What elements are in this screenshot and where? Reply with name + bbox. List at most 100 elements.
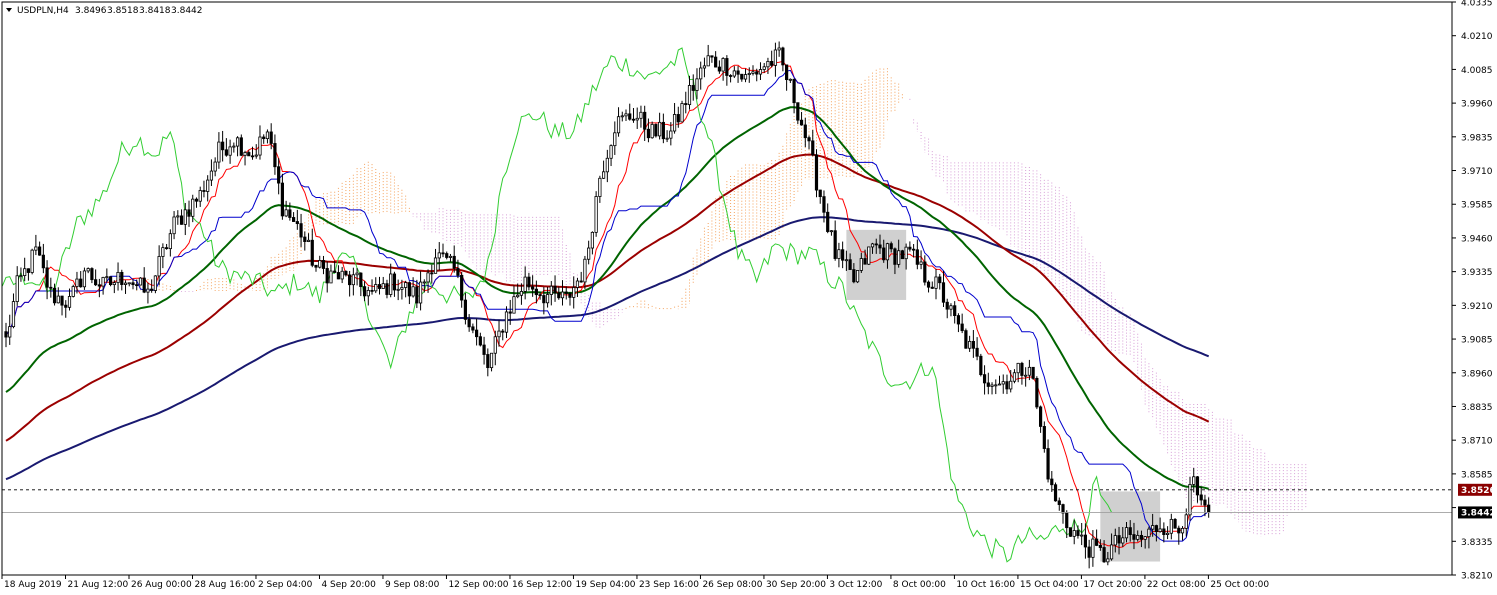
candle-body <box>557 292 561 299</box>
candle-body <box>568 293 572 298</box>
candle <box>855 270 860 284</box>
candle-body <box>1180 527 1185 534</box>
candle-body <box>291 217 296 222</box>
candle-body <box>968 340 972 349</box>
candle-body <box>512 296 516 314</box>
candle-body <box>4 331 8 338</box>
candle-body <box>732 70 736 77</box>
candle-body <box>852 269 856 283</box>
candle-body <box>915 249 919 265</box>
candle-body <box>445 253 449 258</box>
candle-body <box>1068 527 1073 537</box>
candle-body <box>411 286 415 297</box>
candle-body <box>336 272 341 280</box>
candle-body <box>687 85 692 106</box>
candle-body <box>430 272 434 275</box>
candle-body <box>407 282 411 297</box>
candle-body <box>344 270 348 276</box>
candle-body <box>273 143 277 168</box>
candle-body <box>258 136 262 156</box>
candle-body <box>183 209 187 225</box>
candle-body <box>661 121 665 140</box>
candle-body <box>635 117 639 121</box>
candle-body <box>30 249 34 273</box>
x-tick-label: 18 Aug 2019 <box>4 580 62 590</box>
candle-body <box>770 60 774 66</box>
candle-body <box>560 291 565 299</box>
candle-body <box>501 330 505 333</box>
candle-body <box>1065 512 1069 529</box>
candle-body <box>728 75 733 77</box>
candle-body <box>643 111 647 130</box>
candle <box>138 277 143 286</box>
candle <box>30 248 34 275</box>
candle-body <box>1173 518 1177 529</box>
candle-body <box>131 282 135 286</box>
candle-body <box>306 239 311 242</box>
candle-body <box>400 287 404 290</box>
candle-body <box>1035 377 1039 408</box>
candle-body <box>34 246 38 251</box>
candle-body <box>1072 530 1076 537</box>
candle-body <box>796 102 800 121</box>
x-tick-label: 30 Sep 20:00 <box>766 580 826 590</box>
candle-body <box>867 246 871 265</box>
level-label: 3.8526 <box>1461 486 1496 496</box>
candle-body <box>269 131 273 144</box>
candle-body <box>262 136 266 140</box>
candle <box>654 123 658 138</box>
candle-body <box>404 282 408 288</box>
candle-body <box>803 124 807 139</box>
candle-body <box>545 294 550 304</box>
candle-body <box>605 157 609 173</box>
candle-body <box>672 114 677 132</box>
candle-body <box>489 352 494 369</box>
candle-body <box>314 264 318 268</box>
candle-body <box>889 243 893 250</box>
price-chart[interactable]: 3.8526 3.8442 4.0335 4.0210 4.0085 3.9960 3.9… <box>0 0 1497 595</box>
candle-body <box>997 383 1002 386</box>
candle-body <box>247 152 251 157</box>
candle-body <box>94 279 98 286</box>
candle-body <box>75 278 79 287</box>
candle-body <box>844 259 848 262</box>
candle-body <box>975 347 979 357</box>
candle-body <box>598 177 602 197</box>
candle-body <box>45 267 49 288</box>
candle-body <box>467 318 471 328</box>
candle-body <box>1042 426 1046 449</box>
candle <box>1031 366 1035 380</box>
candle-body <box>239 137 243 156</box>
x-tick-label: 23 Sep 16:00 <box>639 580 699 590</box>
candle-body <box>318 260 322 268</box>
candle-body <box>116 271 120 284</box>
candle-body <box>874 243 878 246</box>
candle-body <box>590 231 594 249</box>
candle-body <box>579 280 583 283</box>
candle-body <box>475 329 479 338</box>
candle-body <box>792 78 796 104</box>
y-tick-label: 3.9960 <box>1461 100 1493 110</box>
candle <box>82 267 87 290</box>
candle-body <box>1016 362 1020 374</box>
candle-body <box>478 336 482 346</box>
y-tick-label: 3.8960 <box>1461 369 1493 379</box>
x-tick-label: 3 Oct 12:00 <box>829 580 882 590</box>
candle-body <box>710 55 714 58</box>
candle-body <box>456 267 460 276</box>
ohlc-high: 3.8518 <box>107 6 139 16</box>
candle-body <box>1098 545 1102 548</box>
candle-body <box>751 71 755 74</box>
candle-body <box>504 311 509 333</box>
candle-body <box>1113 535 1117 546</box>
candle-body <box>897 250 901 265</box>
candle-body <box>878 244 882 249</box>
candle-body <box>676 114 680 123</box>
candle-body <box>669 130 673 139</box>
candle-body <box>680 103 684 123</box>
candle-body <box>362 286 367 297</box>
candle-body <box>1207 504 1211 513</box>
candle <box>594 191 598 237</box>
candle-body <box>165 247 169 250</box>
candle-body <box>355 272 359 276</box>
